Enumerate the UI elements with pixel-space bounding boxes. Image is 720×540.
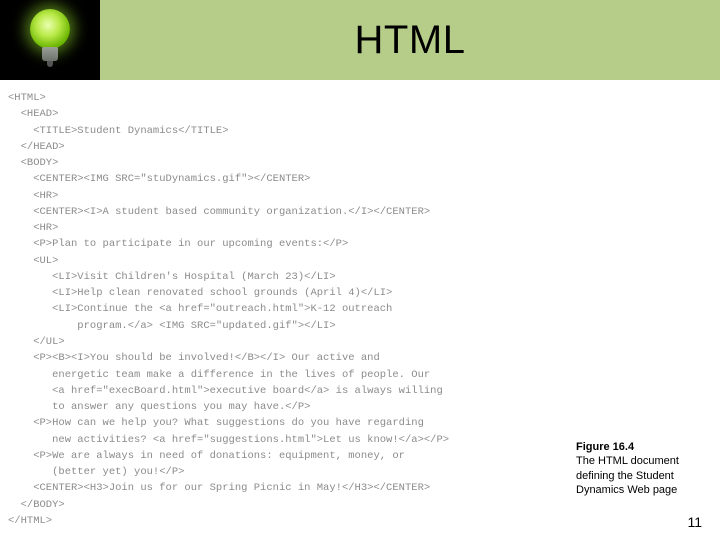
code-line: </HTML> xyxy=(8,515,52,527)
code-line: <HR> xyxy=(8,222,58,234)
figure-number: Figure 16.4 xyxy=(576,440,706,454)
code-line: <P>How can we help you? What suggestions… xyxy=(8,417,424,429)
code-line: <LI>Help clean renovated school grounds … xyxy=(8,287,392,299)
code-line: <UL> xyxy=(8,255,58,267)
code-line: </HEAD> xyxy=(8,141,65,153)
code-line: to answer any questions you may have.</P… xyxy=(8,401,310,413)
code-line: program.</a> <IMG SRC="updated.gif"></LI… xyxy=(8,320,336,332)
code-line: (better yet) you!</P> xyxy=(8,466,184,478)
lightbulb-icon xyxy=(29,9,71,71)
code-line: <BODY> xyxy=(8,157,58,169)
code-line: <P>We are always in need of donations: e… xyxy=(8,450,405,462)
code-line: energetic team make a difference in the … xyxy=(8,369,430,381)
code-line: <CENTER><H3>Join us for our Spring Picni… xyxy=(8,482,430,494)
code-line: <CENTER><I>A student based community org… xyxy=(8,206,430,218)
header-title-panel: HTML xyxy=(100,0,720,80)
code-line: <HTML> xyxy=(8,92,46,104)
code-line: <LI>Continue the <a href="outreach.html"… xyxy=(8,303,392,315)
header-logo-panel xyxy=(0,0,100,80)
figure-caption: Figure 16.4 The HTML document defining t… xyxy=(576,440,706,497)
code-line: <HEAD> xyxy=(8,108,58,120)
code-line: <CENTER><IMG SRC="stuDynamics.gif"></CEN… xyxy=(8,173,310,185)
code-line: </BODY> xyxy=(8,499,65,511)
slide-title: HTML xyxy=(355,18,466,63)
page-number: 11 xyxy=(687,514,702,530)
code-line: <HR> xyxy=(8,190,58,202)
code-line: <a href="execBoard.html">executive board… xyxy=(8,385,443,397)
slide-header: HTML xyxy=(0,0,720,80)
code-line: new activities? <a href="suggestions.htm… xyxy=(8,434,449,446)
figure-caption-text: The HTML document defining the Student D… xyxy=(576,455,679,496)
code-line: <P><B><I>You should be involved!</B></I>… xyxy=(8,352,380,364)
code-line: <P>Plan to participate in our upcoming e… xyxy=(8,238,348,250)
code-line: <LI>Visit Children's Hospital (March 23)… xyxy=(8,271,336,283)
code-line: </UL> xyxy=(8,336,65,348)
code-line: <TITLE>Student Dynamics</TITLE> xyxy=(8,125,229,137)
